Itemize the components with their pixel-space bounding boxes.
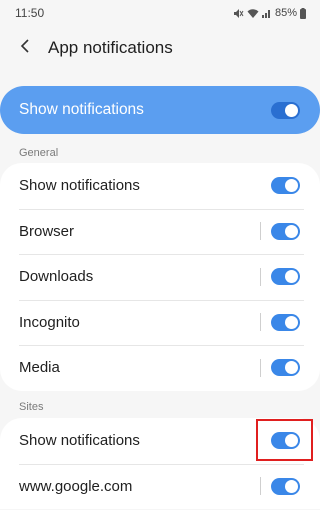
row-controls (260, 222, 300, 241)
sites-card: Show notifications www.google.com (0, 418, 320, 509)
general-row-incognito[interactable]: Incognito (0, 299, 320, 346)
general-row-downloads[interactable]: Downloads (0, 254, 320, 300)
toggle-switch-browser[interactable] (271, 222, 300, 240)
master-switch-bar[interactable]: Show notifications (0, 86, 320, 134)
toggle-knob (285, 361, 298, 375)
vertical-divider (260, 313, 261, 332)
row-controls (271, 432, 300, 450)
back-button[interactable] (14, 37, 36, 59)
row-controls (260, 477, 300, 496)
battery-percent: 85% (274, 7, 297, 19)
row-label: Media (19, 359, 60, 377)
row-label: Browser (19, 222, 75, 240)
general-row-media[interactable]: Media (0, 345, 320, 391)
row-controls (260, 267, 300, 286)
toggle-switch-sites-show-notifications[interactable] (271, 432, 300, 450)
chevron-left-icon (20, 38, 30, 59)
toggle-knob (285, 434, 298, 448)
wifi-icon (247, 8, 259, 19)
sites-row-google[interactable]: www.google.com (0, 463, 320, 510)
row-controls (260, 358, 300, 377)
row-label: Downloads (19, 268, 94, 286)
toggle-knob (285, 315, 298, 329)
battery-icon (300, 7, 306, 19)
mute-icon (233, 8, 244, 19)
vertical-divider (260, 358, 261, 377)
toggle-knob (285, 179, 298, 193)
section-header-sites: Sites (19, 401, 44, 413)
page-title: App notifications (48, 38, 173, 57)
signal-icon (261, 8, 272, 18)
status-time: 11:50 (15, 6, 45, 20)
vertical-divider (260, 267, 261, 286)
row-label: www.google.com (19, 477, 133, 495)
vertical-divider (260, 477, 261, 496)
status-icons: 85% (233, 7, 306, 19)
toggle-knob (285, 270, 298, 284)
row-label: Incognito (19, 313, 80, 331)
toggle-knob (285, 224, 298, 238)
toggle-switch-incognito[interactable] (271, 313, 300, 331)
row-label: Show notifications (19, 432, 140, 450)
status-bar: 11:50 85% (0, 0, 320, 26)
app-header: App notifications (0, 26, 320, 70)
general-row-show-notifications[interactable]: Show notifications (0, 163, 320, 209)
toggle-switch-google[interactable] (271, 477, 300, 495)
row-label: Show notifications (19, 177, 140, 195)
sites-row-show-notifications[interactable]: Show notifications (0, 418, 320, 464)
toggle-switch-media[interactable] (271, 359, 300, 377)
toggle-knob (285, 103, 298, 117)
vertical-divider (260, 222, 261, 241)
toggle-switch-general-show-notifications[interactable] (271, 177, 300, 195)
general-card: Show notifications Browser Downloads Inc… (0, 163, 320, 391)
row-controls (260, 313, 300, 332)
toggle-switch-downloads[interactable] (271, 268, 300, 286)
toggle-knob (285, 479, 298, 493)
general-row-browser[interactable]: Browser (0, 208, 320, 255)
section-header-general: General (19, 147, 59, 159)
row-controls (271, 177, 300, 195)
master-switch-label: Show notifications (19, 101, 144, 118)
master-toggle-switch[interactable] (271, 101, 300, 119)
